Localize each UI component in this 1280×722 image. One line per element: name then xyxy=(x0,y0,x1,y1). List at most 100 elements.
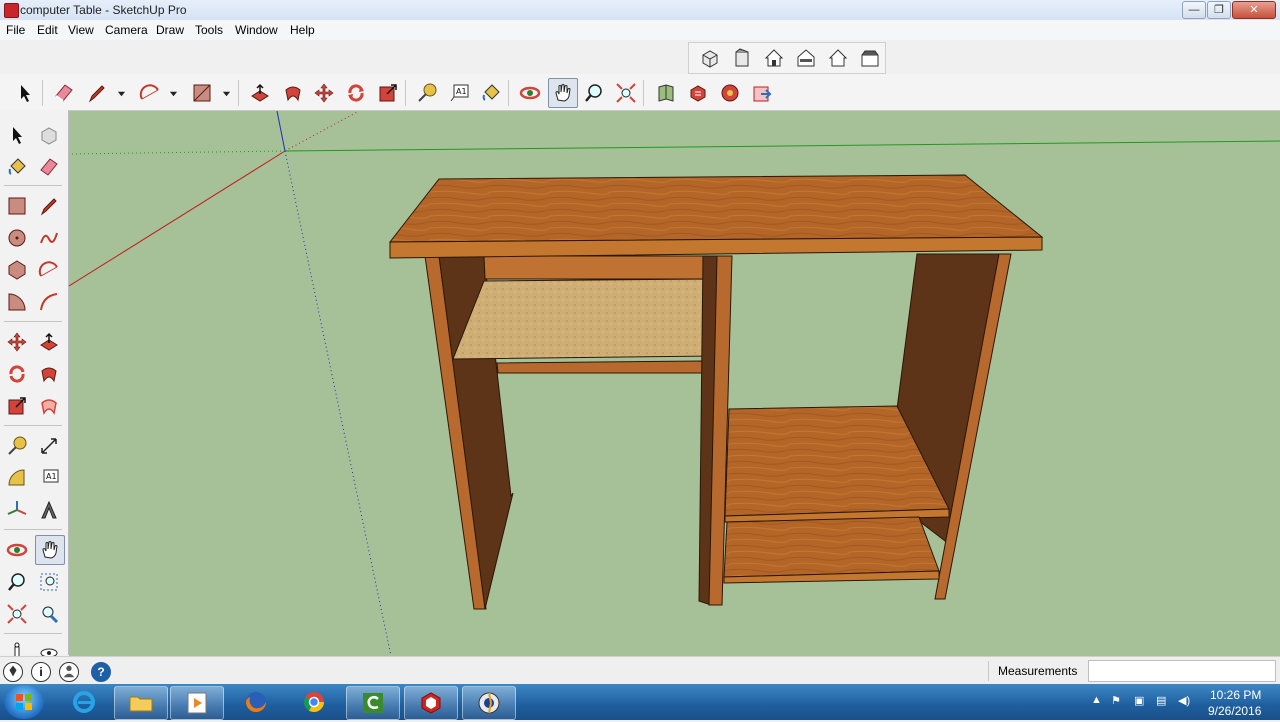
rotate-tool-button[interactable] xyxy=(4,361,30,387)
computer-table-model[interactable] xyxy=(388,174,1044,610)
previous-view-button[interactable] xyxy=(36,601,62,627)
credits-info-icon[interactable]: i xyxy=(31,662,51,682)
zoom-extents-button[interactable] xyxy=(4,601,30,627)
eraser-tool-button[interactable] xyxy=(36,154,62,180)
rectangle-tool-button[interactable] xyxy=(4,193,30,219)
line-tool-button[interactable] xyxy=(36,193,62,219)
taskbar-firefox[interactable] xyxy=(230,686,282,718)
zoom-extents-button[interactable] xyxy=(613,80,639,106)
orbit-tool-button[interactable] xyxy=(4,537,30,563)
clock-time[interactable]: 10:26 PM xyxy=(1210,688,1261,702)
paint-bucket-tool-button[interactable] xyxy=(4,154,30,180)
maximize-button[interactable]: ❐ xyxy=(1207,1,1231,19)
freehand-tool-button[interactable] xyxy=(36,225,62,251)
extension-manager-button[interactable] xyxy=(749,80,775,106)
paint-bucket-tool-button[interactable] xyxy=(478,80,504,106)
taskbar-internet-explorer[interactable] xyxy=(58,686,110,718)
zoom-tool-button[interactable] xyxy=(4,569,30,595)
menu-view[interactable]: View xyxy=(68,23,94,37)
menu-window[interactable]: Window xyxy=(235,23,278,37)
follow-me-tool-button[interactable] xyxy=(280,80,306,106)
line-tool-dropdown[interactable] xyxy=(116,80,126,106)
eraser-tool-button[interactable] xyxy=(51,80,77,106)
iso-view-button[interactable] xyxy=(697,45,723,71)
extension-warehouse-button[interactable] xyxy=(717,80,743,106)
measurements-input[interactable] xyxy=(1088,660,1276,682)
circle-tool-button[interactable] xyxy=(4,225,30,251)
toolbar-separator xyxy=(643,80,644,106)
two-point-arc-button[interactable] xyxy=(36,289,62,315)
menu-tools[interactable]: Tools xyxy=(195,23,223,37)
back-view-button[interactable] xyxy=(825,45,851,71)
offset-tool-button[interactable] xyxy=(36,393,62,419)
3d-warehouse-button[interactable] xyxy=(653,80,679,106)
arc-tool-button[interactable] xyxy=(137,80,163,106)
menu-help[interactable]: Help xyxy=(290,23,315,37)
start-button[interactable] xyxy=(4,685,44,719)
tray-app-icon[interactable]: ▣ xyxy=(1134,694,1144,707)
network-icon[interactable]: ▤ xyxy=(1156,694,1166,707)
move-tool-button[interactable] xyxy=(311,80,337,106)
right-view-house-icon xyxy=(797,49,815,67)
user-account-icon[interactable] xyxy=(59,662,79,682)
pan-tool-button[interactable] xyxy=(35,535,65,565)
pie-tool-button[interactable] xyxy=(4,289,30,315)
firefox-icon xyxy=(246,692,266,712)
zoom-window-button[interactable] xyxy=(36,569,62,595)
menu-camera[interactable]: Camera xyxy=(105,23,148,37)
taskbar-chrome[interactable] xyxy=(288,686,340,718)
follow-me-tool-button[interactable] xyxy=(36,361,62,387)
menu-edit[interactable]: Edit xyxy=(37,23,58,37)
protractor-tool-button[interactable] xyxy=(4,465,30,491)
minimize-button[interactable]: — xyxy=(1182,1,1206,19)
pan-tool-button[interactable] xyxy=(548,78,578,108)
circle-icon xyxy=(8,229,26,247)
help-icon[interactable]: ? xyxy=(91,662,111,682)
push-pull-tool-button[interactable] xyxy=(36,329,62,355)
rectangle-tool-button[interactable] xyxy=(189,80,215,106)
tape-measure-tool-button[interactable] xyxy=(414,80,440,106)
arc-tool-button[interactable] xyxy=(36,257,62,283)
right-view-button[interactable] xyxy=(793,45,819,71)
text-tool-button[interactable]: A1 xyxy=(446,80,472,106)
select-tool-button[interactable] xyxy=(12,80,38,106)
geolocation-icon[interactable] xyxy=(3,662,23,682)
model-canvas[interactable] xyxy=(69,111,1280,656)
left-view-button[interactable] xyxy=(857,45,883,71)
taskbar-screen-recorder[interactable] xyxy=(462,686,516,720)
shape-tool-dropdown[interactable] xyxy=(221,80,231,106)
taskbar-sketchup[interactable] xyxy=(404,686,458,720)
tape-measure-tool-button[interactable] xyxy=(4,433,30,459)
top-view-button[interactable] xyxy=(729,45,755,71)
share-model-button[interactable] xyxy=(685,80,711,106)
scale-tool-button[interactable] xyxy=(4,393,30,419)
taskbar-media-player[interactable] xyxy=(170,686,224,720)
select-tool-button[interactable] xyxy=(4,122,30,148)
show-hidden-icons[interactable]: ▲ xyxy=(1091,694,1102,706)
volume-icon[interactable]: ◀) xyxy=(1178,694,1190,707)
orbit-tool-button[interactable] xyxy=(517,80,543,106)
polygon-tool-button[interactable] xyxy=(4,257,30,283)
front-view-button[interactable] xyxy=(761,45,787,71)
taskbar-file-explorer[interactable] xyxy=(114,686,168,720)
move-tool-button[interactable] xyxy=(4,329,30,355)
push-pull-tool-button[interactable] xyxy=(247,80,273,106)
rotate-tool-button[interactable] xyxy=(343,80,369,106)
make-component-button[interactable] xyxy=(36,122,62,148)
menu-file[interactable]: File xyxy=(6,23,25,37)
arc-tool-dropdown[interactable] xyxy=(168,80,178,106)
dimension-tool-button[interactable] xyxy=(36,433,62,459)
scale-tool-button[interactable] xyxy=(375,80,401,106)
3d-text-icon xyxy=(41,500,57,519)
clock-date[interactable]: 9/26/2016 xyxy=(1208,704,1261,718)
3d-text-button[interactable] xyxy=(36,497,62,523)
line-tool-button[interactable] xyxy=(84,80,110,106)
zoom-tool-button[interactable] xyxy=(581,80,607,106)
text-tool-button[interactable]: A1 xyxy=(36,465,62,491)
menu-draw[interactable]: Draw xyxy=(156,23,184,37)
axes-tool-button[interactable] xyxy=(4,497,30,523)
taskbar-camtasia[interactable] xyxy=(346,686,400,720)
action-center-icon[interactable]: ⚑ xyxy=(1111,694,1121,707)
model-viewport[interactable] xyxy=(69,111,1280,656)
close-button[interactable]: ✕ xyxy=(1232,1,1276,19)
